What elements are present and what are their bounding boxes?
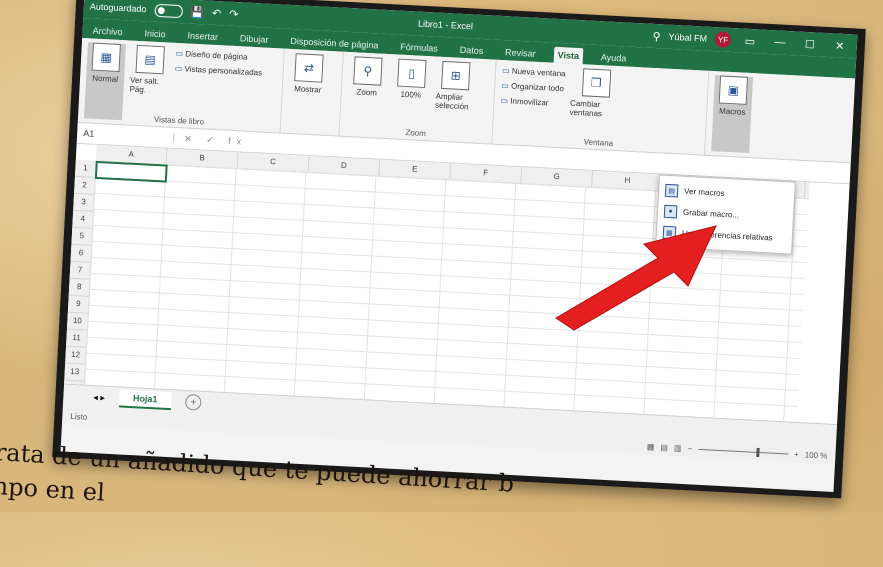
autosave-label: Autoguardado bbox=[89, 1, 147, 15]
row-header[interactable]: 11 bbox=[66, 329, 87, 348]
page-layout-icon[interactable]: ▤ bbox=[660, 442, 668, 451]
row-header[interactable]: 8 bbox=[68, 278, 90, 297]
switch-windows-icon: ❐ bbox=[581, 68, 611, 98]
page-layout-button[interactable]: Diseño de página bbox=[175, 49, 263, 63]
sheet-nav-icon[interactable]: ◂ ▸ bbox=[93, 392, 105, 404]
tab-ayuda[interactable]: Ayuda bbox=[597, 49, 631, 67]
row-header[interactable]: 10 bbox=[66, 312, 88, 331]
autosave-toggle[interactable] bbox=[154, 3, 183, 18]
row-header[interactable]: 6 bbox=[70, 244, 92, 263]
zoom-button[interactable]: ⚲ Zoom bbox=[346, 56, 388, 134]
record-macro-icon: ● bbox=[663, 204, 678, 219]
save-icon[interactable]: 💾 bbox=[190, 5, 204, 19]
row-header[interactable]: 13 bbox=[64, 363, 86, 382]
row-header[interactable]: 12 bbox=[65, 346, 87, 365]
redo-icon[interactable]: ↷ bbox=[229, 7, 239, 20]
zoom-control: ▦ ▤ ▥ − + 100 % bbox=[647, 442, 828, 460]
custom-views-button[interactable]: Vistas personalizadas bbox=[175, 64, 262, 77]
zoom-out-icon[interactable]: − bbox=[687, 444, 692, 453]
maximize-icon[interactable]: ☐ bbox=[799, 37, 822, 51]
zoom-100-button[interactable]: ▯ 100% bbox=[390, 58, 432, 136]
minimize-icon[interactable]: — bbox=[769, 36, 792, 49]
zoom-selection-icon: ⊞ bbox=[441, 60, 471, 91]
close-icon[interactable]: ✕ bbox=[829, 39, 852, 53]
tab-datos[interactable]: Datos bbox=[455, 42, 487, 60]
normal-view-button[interactable]: ▦ Normal bbox=[84, 42, 126, 121]
macros-group: ▣ Macros bbox=[705, 71, 771, 158]
macros-button[interactable]: ▣ Macros bbox=[711, 75, 754, 154]
red-arrow-icon bbox=[555, 225, 717, 331]
window-small-buttons: Nueva ventana Organizar todo Inmovilizar bbox=[498, 64, 566, 143]
show-icon: ⇄ bbox=[294, 53, 324, 83]
switch-windows-button[interactable]: ❐ Cambiar ventanas bbox=[568, 68, 622, 147]
row-header[interactable]: 2 bbox=[74, 176, 95, 195]
row-header[interactable]: 4 bbox=[72, 210, 94, 229]
user-name: Yúbal FM bbox=[668, 31, 708, 44]
tab-inicio[interactable]: Inicio bbox=[140, 25, 170, 42]
freeze-button[interactable]: Inmovilizar bbox=[500, 96, 564, 108]
views-group: ▦ Normal ▤ Ver salt. Pág. Diseño de pági… bbox=[77, 37, 285, 133]
view-macros-icon: ▤ bbox=[664, 183, 679, 198]
status-text: Listo bbox=[70, 411, 88, 422]
views-small-buttons: Diseño de página Vistas personalizadas bbox=[172, 47, 263, 127]
tab-dibujar[interactable]: Dibujar bbox=[236, 30, 273, 48]
show-group: ⇄ Mostrar bbox=[280, 48, 344, 136]
ribbon-display-icon[interactable]: ▭ bbox=[739, 34, 762, 48]
page-break-icon[interactable]: ▥ bbox=[674, 443, 682, 452]
row-header[interactable]: 7 bbox=[69, 261, 91, 280]
zoom-level[interactable]: 100 % bbox=[804, 450, 827, 460]
page-100-icon: ▯ bbox=[397, 58, 427, 89]
zoom-group: ⚲ Zoom ▯ 100% ⊞ Ampliar selección Zoom bbox=[339, 51, 497, 144]
row-header[interactable]: 9 bbox=[67, 295, 89, 314]
zoom-in-icon[interactable]: + bbox=[794, 449, 799, 458]
show-button[interactable]: ⇄ Mostrar bbox=[287, 53, 329, 131]
grid-icon: ▦ bbox=[91, 42, 121, 72]
fx-icon[interactable]: ✕ ✓ fx bbox=[174, 132, 258, 147]
normal-view-icon[interactable]: ▦ bbox=[647, 442, 655, 451]
sheet-tab[interactable]: Hoja1 bbox=[118, 389, 172, 411]
name-box[interactable]: A1 bbox=[76, 127, 175, 143]
tab-archivo[interactable]: Archivo bbox=[88, 22, 127, 40]
add-sheet-icon[interactable]: + bbox=[184, 393, 202, 411]
row-header[interactable]: 5 bbox=[71, 227, 93, 246]
tab-vista[interactable]: Vista bbox=[553, 46, 584, 65]
row-header[interactable]: 3 bbox=[73, 193, 95, 212]
window-group: Nueva ventana Organizar todo Inmovilizar… bbox=[492, 59, 710, 155]
zoom-selection-button[interactable]: ⊞ Ampliar selección bbox=[434, 60, 476, 139]
arrange-all-button[interactable]: Organizar todo bbox=[501, 81, 565, 94]
macros-icon: ▣ bbox=[718, 75, 749, 105]
avatar[interactable]: YF bbox=[714, 31, 732, 48]
row-header[interactable]: 1 bbox=[74, 159, 96, 178]
search-icon[interactable]: ⚲ bbox=[652, 29, 661, 42]
new-window-button[interactable]: Nueva ventana bbox=[502, 66, 566, 79]
tab-insertar[interactable]: Insertar bbox=[183, 27, 222, 45]
selected-cell[interactable] bbox=[94, 160, 168, 183]
zoom-slider[interactable] bbox=[698, 448, 789, 455]
page-break-icon: ▤ bbox=[135, 44, 165, 75]
undo-icon[interactable]: ↶ bbox=[212, 6, 222, 19]
page-break-view-button[interactable]: ▤ Ver salt. Pág. bbox=[128, 44, 170, 123]
magnifier-icon: ⚲ bbox=[353, 56, 383, 86]
